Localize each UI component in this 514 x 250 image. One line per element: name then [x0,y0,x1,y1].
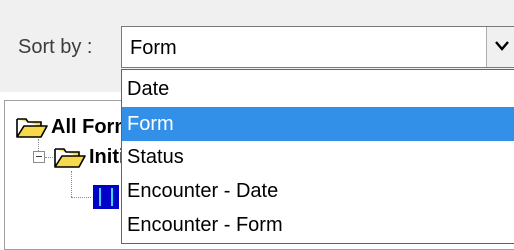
sort-by-combobox[interactable]: Form [121,26,514,68]
dropdown-option-encounter-date[interactable]: Encounter - Date [122,174,514,208]
form-icon[interactable] [93,185,119,209]
open-folder-icon [16,118,48,138]
dropdown-option-status[interactable]: Status [122,140,514,174]
dropdown-option-encounter-form[interactable]: Encounter - Form [122,208,514,242]
tree-connector [38,139,39,151]
sort-by-value: Form [130,37,177,59]
dropdown-toggle-button[interactable] [486,27,514,67]
chevron-down-icon [495,41,509,51]
collapse-toggle[interactable] [33,151,45,163]
open-folder-icon [54,148,86,168]
dropdown-option-date[interactable]: Date [122,72,514,106]
tree-connector [45,157,53,158]
sort-by-dropdown-list: Date Form Status Encounter - Date Encoun… [121,69,514,244]
tree-connector [71,197,91,198]
dropdown-option-form[interactable]: Form [122,107,514,141]
sort-by-label: Sort by : [18,36,93,58]
tree-connector [71,171,72,197]
